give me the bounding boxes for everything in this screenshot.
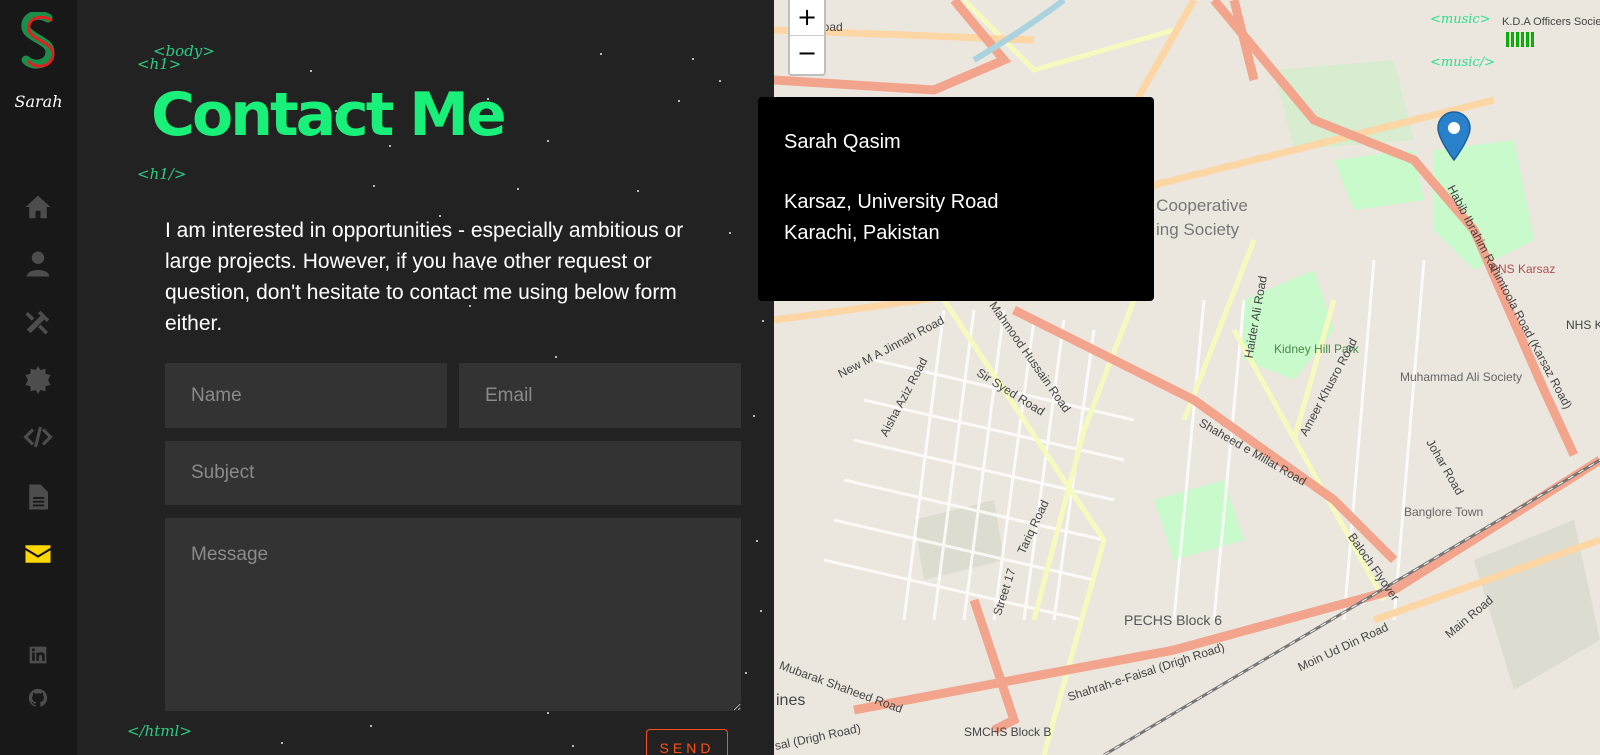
popup-address-line2: Karachi, Pakistan: [784, 222, 940, 244]
map-label: Banglore Town: [1404, 505, 1484, 519]
map-label: NHS K: [1566, 318, 1600, 332]
zoom-out-button[interactable]: −: [790, 36, 824, 72]
user-icon: [26, 251, 50, 277]
map-label: ing Society: [1156, 220, 1240, 239]
message-field[interactable]: [165, 518, 741, 711]
tag-music-close: <music/>: [1430, 55, 1495, 70]
logo-icon[interactable]: [18, 12, 60, 70]
github-link[interactable]: [28, 688, 48, 708]
map-label: PECHS Block 6: [1124, 612, 1223, 628]
map-label: Muhammad Ali Society: [1400, 370, 1523, 384]
send-button[interactable]: SEND: [646, 729, 728, 755]
tag-music-open: <music>: [1430, 12, 1491, 27]
popup-name: Sarah Qasim: [784, 131, 901, 153]
name-field[interactable]: [165, 363, 447, 428]
subject-field[interactable]: [165, 441, 741, 505]
tag-h1-close: <h1/>: [137, 165, 187, 183]
nav-skills[interactable]: [22, 306, 54, 338]
nav-home[interactable]: [22, 191, 54, 223]
map-popup: Sarah Qasim Karsaz, University Road Kara…: [758, 97, 1154, 301]
zoom-control: + −: [788, 0, 826, 76]
nav-services[interactable]: [22, 364, 54, 396]
contact-section: <body> <h1> Contact Me <h1/> I am intere…: [77, 0, 774, 755]
gear-icon: [25, 366, 51, 394]
intro-text: I am interested in opportunities - espec…: [165, 219, 684, 335]
nav-portfolio[interactable]: [22, 421, 54, 453]
logo-subtitle: Sarah: [14, 92, 63, 111]
zoom-in-button[interactable]: +: [790, 0, 824, 36]
linkedin-link[interactable]: [28, 645, 48, 665]
nav-about[interactable]: [22, 248, 54, 280]
tools-icon: [25, 310, 50, 335]
tag-html-close: </html>: [127, 722, 192, 740]
code-icon: [23, 426, 53, 448]
nav-resume[interactable]: [22, 481, 54, 513]
map-label: SMCHS Block B: [964, 725, 1052, 739]
map-label: d Cooperative: [1142, 196, 1248, 215]
nav-contact[interactable]: [22, 538, 54, 570]
home-icon: [25, 195, 51, 219]
github-icon: [28, 688, 48, 707]
map-label: K.D.A Officers Society: [1502, 16, 1600, 28]
envelope-icon: [25, 545, 51, 563]
map-marker-icon[interactable]: [1437, 111, 1471, 161]
page-title: Contact Me: [151, 80, 507, 150]
sidebar: Sarah: [0, 0, 77, 755]
popup-address-line1: Karsaz, University Road: [784, 191, 999, 213]
linkedin-icon: [29, 646, 47, 664]
map-label: ines: [776, 692, 806, 709]
document-icon: [29, 484, 48, 510]
email-field[interactable]: [459, 363, 741, 428]
music-toggle[interactable]: [1506, 32, 1534, 47]
tag-h1-open: <h1>: [137, 55, 182, 73]
